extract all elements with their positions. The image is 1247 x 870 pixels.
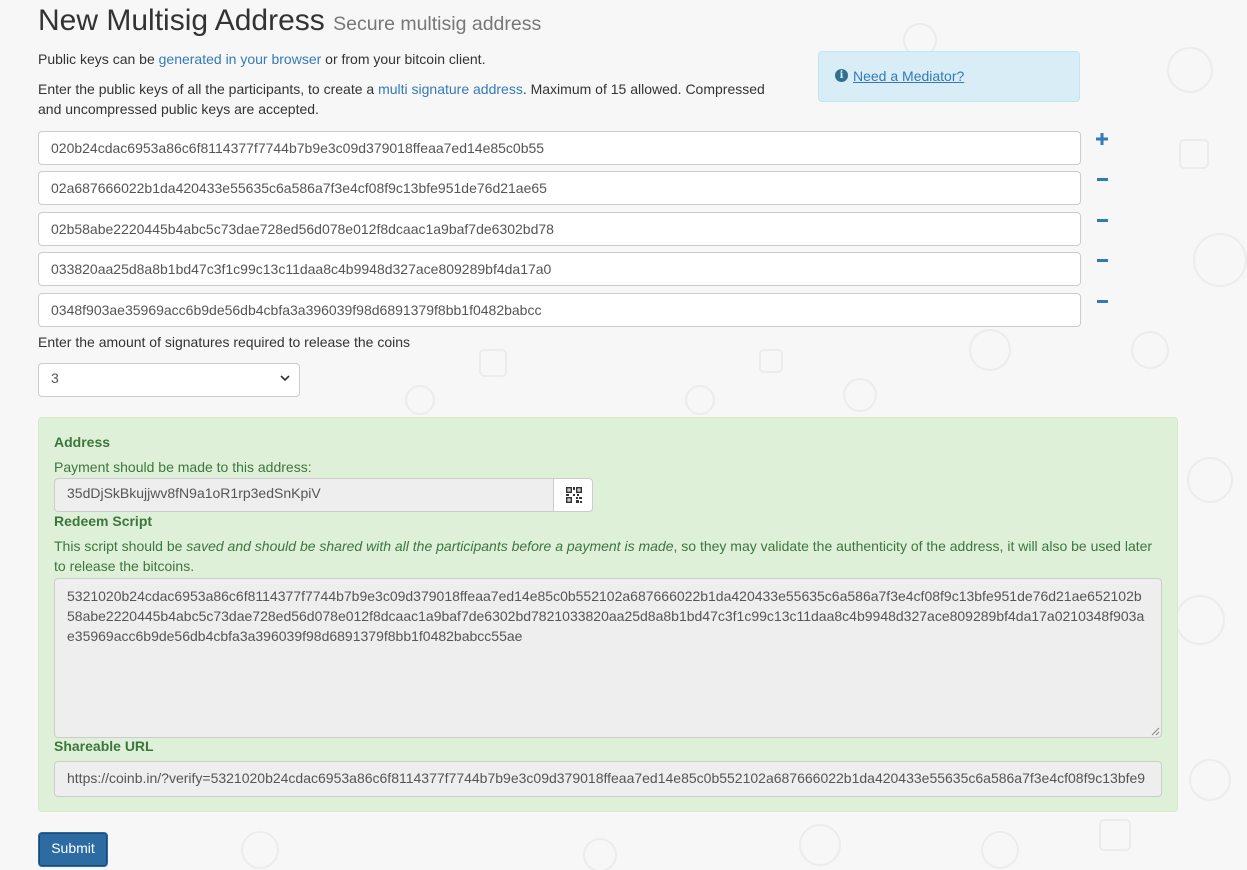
submit-button[interactable]: Submit xyxy=(38,832,108,867)
resize-handle-icon[interactable] xyxy=(1150,726,1160,736)
minus-icon xyxy=(1097,219,1108,222)
generate-in-browser-link[interactable]: generated in your browser xyxy=(159,51,322,67)
public-key-input[interactable] xyxy=(38,171,1081,205)
add-key-button[interactable] xyxy=(1094,131,1110,147)
shareable-url-field[interactable]: https://coinb.in/?verify=5321020b24cdac6… xyxy=(54,761,1162,797)
intro-text: . Maximum of 15 allowed. Compressed xyxy=(522,81,765,97)
page-title-text: New Multisig Address xyxy=(38,4,325,37)
address-heading: Address xyxy=(54,434,111,450)
qr-code-button[interactable] xyxy=(553,478,593,512)
redeem-note-text: , so they may validate the authenticity … xyxy=(673,538,1153,554)
chevron-down-icon xyxy=(280,375,290,382)
multisig-address-field[interactable]: 35dDjSkBkujjwv8fN9a1oR1rp3edSnKpiV xyxy=(54,478,554,512)
signatures-selected-value: 3 xyxy=(51,370,59,386)
intro-line-2: Enter the public keys of all the partici… xyxy=(38,79,765,99)
intro-line-1: Public keys can be generated in your bro… xyxy=(38,49,485,69)
intro-text: Enter the public keys of all the partici… xyxy=(38,81,379,97)
qr-code-icon xyxy=(566,487,582,503)
public-key-input[interactable] xyxy=(38,212,1081,246)
intro-line-3: and uncompressed public keys are accepte… xyxy=(38,101,319,117)
redeem-note-text: This script should be xyxy=(54,538,187,554)
intro-text: or from your bitcoin client. xyxy=(321,51,486,67)
minus-icon xyxy=(1097,259,1108,262)
redeem-script-textarea[interactable]: 5321020b24cdac6953a86c6f8114377f7744b7b9… xyxy=(54,578,1162,738)
signatures-label: Enter the amount of signatures required … xyxy=(38,334,410,350)
minus-icon xyxy=(1097,300,1108,303)
remove-key-button[interactable] xyxy=(1094,212,1110,228)
signatures-select[interactable]: 3 xyxy=(38,363,300,397)
address-note: Payment should be made to this address: xyxy=(54,459,312,475)
redeem-script-note: This script should be saved and should b… xyxy=(54,536,1164,576)
redeem-note-text: to release the bitcoins. xyxy=(54,558,195,574)
info-circle-icon: i xyxy=(835,69,848,82)
page-subtitle: Secure multisig address xyxy=(333,13,542,35)
public-key-input[interactable] xyxy=(38,293,1081,327)
remove-key-button[interactable] xyxy=(1094,293,1110,309)
multisig-address-link[interactable]: multi signature address xyxy=(378,81,523,97)
remove-key-button[interactable] xyxy=(1094,172,1110,188)
shareable-url-heading: Shareable URL xyxy=(54,738,154,754)
intro-text: Public keys can be xyxy=(38,51,159,67)
public-key-input[interactable] xyxy=(38,131,1081,165)
need-mediator-link[interactable]: Need a Mediator? xyxy=(853,68,964,84)
page-title: New Multisig Address Secure multisig add… xyxy=(38,3,541,42)
redeem-script-heading: Redeem Script xyxy=(54,513,153,529)
redeem-note-emphasis: saved and should be shared with all the … xyxy=(186,538,674,554)
public-key-input[interactable] xyxy=(38,252,1081,286)
remove-key-button[interactable] xyxy=(1094,253,1110,269)
minus-icon xyxy=(1097,178,1108,181)
plus-icon xyxy=(1096,133,1108,145)
mediator-alert: i Need a Mediator? xyxy=(818,51,1080,102)
